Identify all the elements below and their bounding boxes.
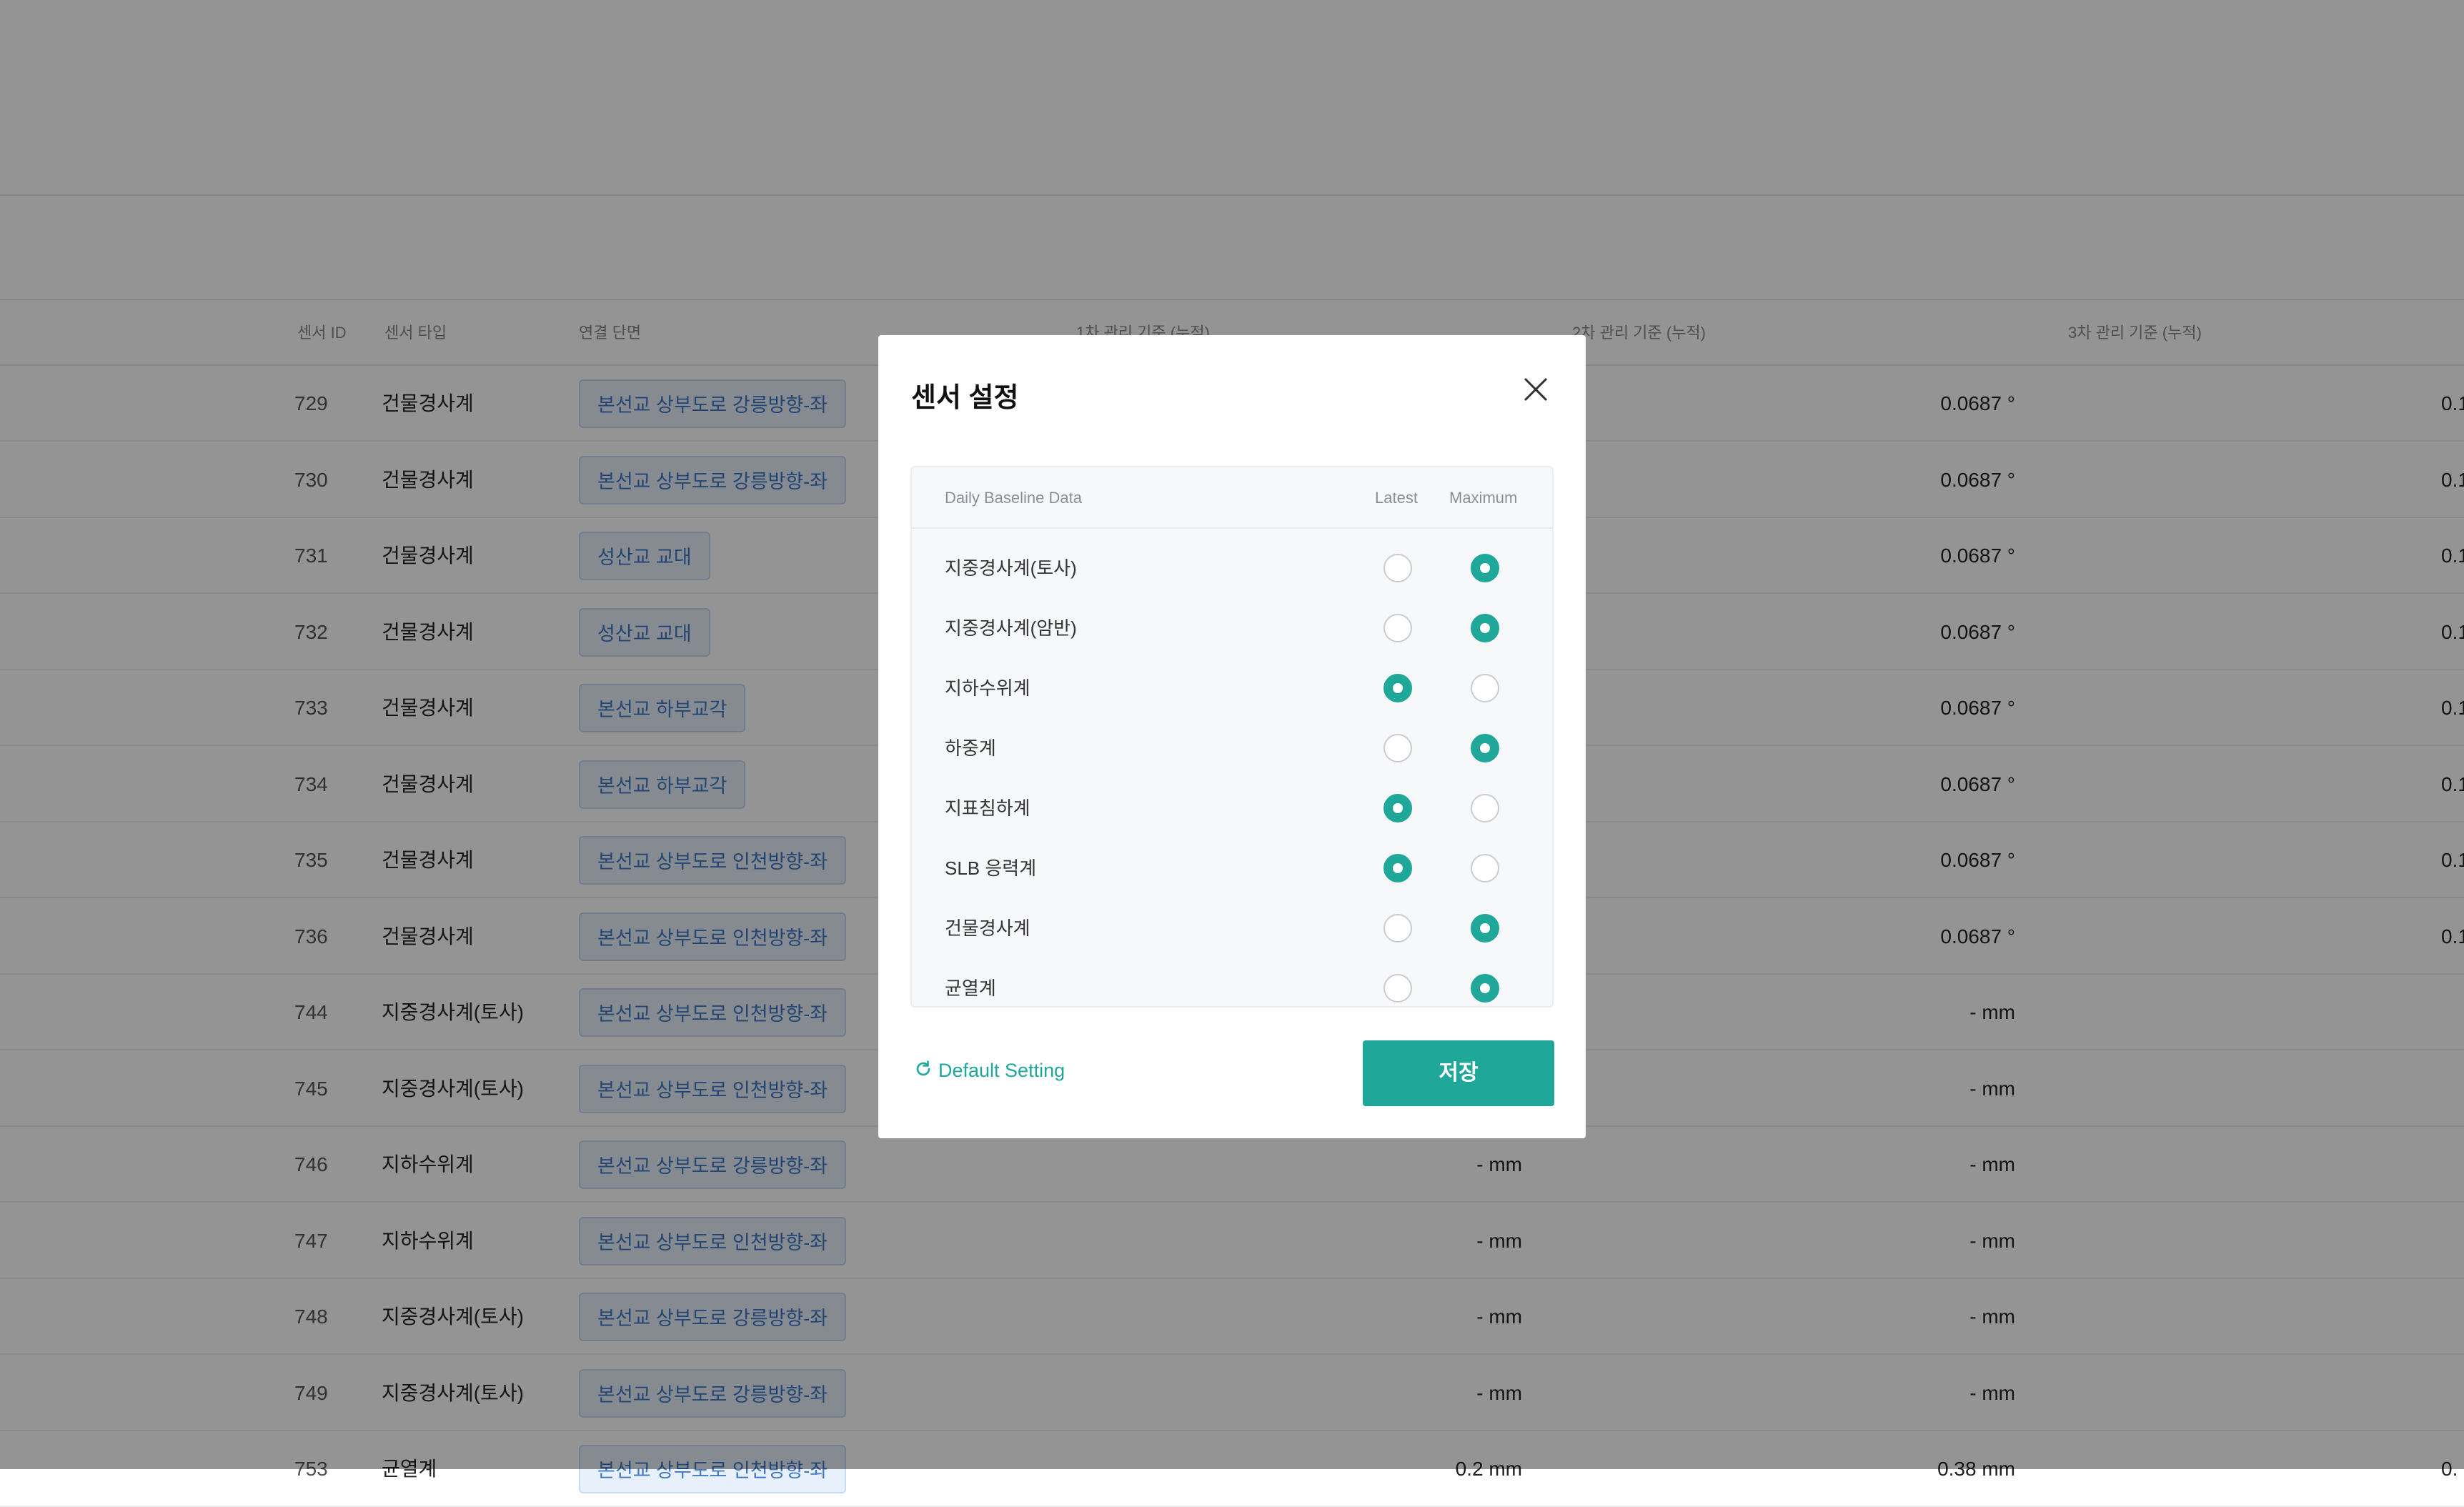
- options-header: Daily Baseline Data Latest Maximum: [912, 467, 1552, 529]
- option-label: 건물경사계: [945, 917, 1030, 939]
- latest-radio[interactable]: [1383, 914, 1412, 943]
- option-label: SLB 응력계: [945, 857, 1037, 879]
- latest-radio[interactable]: [1383, 854, 1412, 882]
- option-row: 건물경사계: [912, 898, 1552, 958]
- option-label: 하중계: [945, 737, 996, 759]
- default-setting-label: Default Setting: [938, 1060, 1065, 1081]
- latest-radio[interactable]: [1383, 554, 1412, 582]
- maximum-radio[interactable]: [1471, 974, 1499, 1003]
- maximum-radio[interactable]: [1471, 914, 1499, 943]
- option-label: 지표침하계: [945, 797, 1030, 819]
- refresh-icon: [914, 1057, 933, 1087]
- option-label: 지중경사계(토사): [945, 557, 1077, 579]
- maximum-radio[interactable]: [1471, 854, 1499, 882]
- baseline-options-panel: Daily Baseline Data Latest Maximum 지중경사계…: [910, 466, 1554, 1008]
- maximum-radio[interactable]: [1471, 554, 1499, 582]
- maximum-radio[interactable]: [1471, 674, 1499, 702]
- option-row: 균열계: [912, 958, 1552, 1018]
- latest-radio[interactable]: [1383, 734, 1412, 762]
- modal-title: 센서 설정: [911, 383, 1019, 413]
- header-latest: Latest: [1375, 489, 1418, 507]
- maximum-radio[interactable]: [1471, 734, 1499, 762]
- latest-radio[interactable]: [1383, 974, 1412, 1003]
- option-label: 지중경사계(암반): [945, 617, 1077, 639]
- close-button[interactable]: [1519, 372, 1553, 407]
- option-label: 지하수위계: [945, 677, 1030, 699]
- option-row: SLB 응력계: [912, 838, 1552, 898]
- option-label: 균열계: [945, 978, 996, 999]
- latest-radio[interactable]: [1383, 674, 1412, 702]
- latest-radio[interactable]: [1383, 794, 1412, 822]
- maximum-radio[interactable]: [1471, 794, 1499, 822]
- default-setting-button[interactable]: Default Setting: [914, 1055, 1065, 1085]
- sensor-settings-modal: 센서 설정 Daily Baseline Data Latest Maximum…: [878, 335, 1586, 1138]
- maximum-radio[interactable]: [1471, 614, 1499, 642]
- option-row: 지하수위계: [912, 658, 1552, 718]
- latest-radio[interactable]: [1383, 614, 1412, 642]
- option-row: 지중경사계(암반): [912, 598, 1552, 658]
- header-maximum: Maximum: [1449, 489, 1518, 507]
- option-row: 하중계: [912, 718, 1552, 778]
- header-daily-baseline: Daily Baseline Data: [945, 489, 1082, 507]
- option-row: 지중경사계(토사): [912, 538, 1552, 598]
- save-button[interactable]: 저장: [1363, 1040, 1554, 1106]
- option-row: 지표침하계: [912, 778, 1552, 838]
- close-icon: [1524, 377, 1548, 402]
